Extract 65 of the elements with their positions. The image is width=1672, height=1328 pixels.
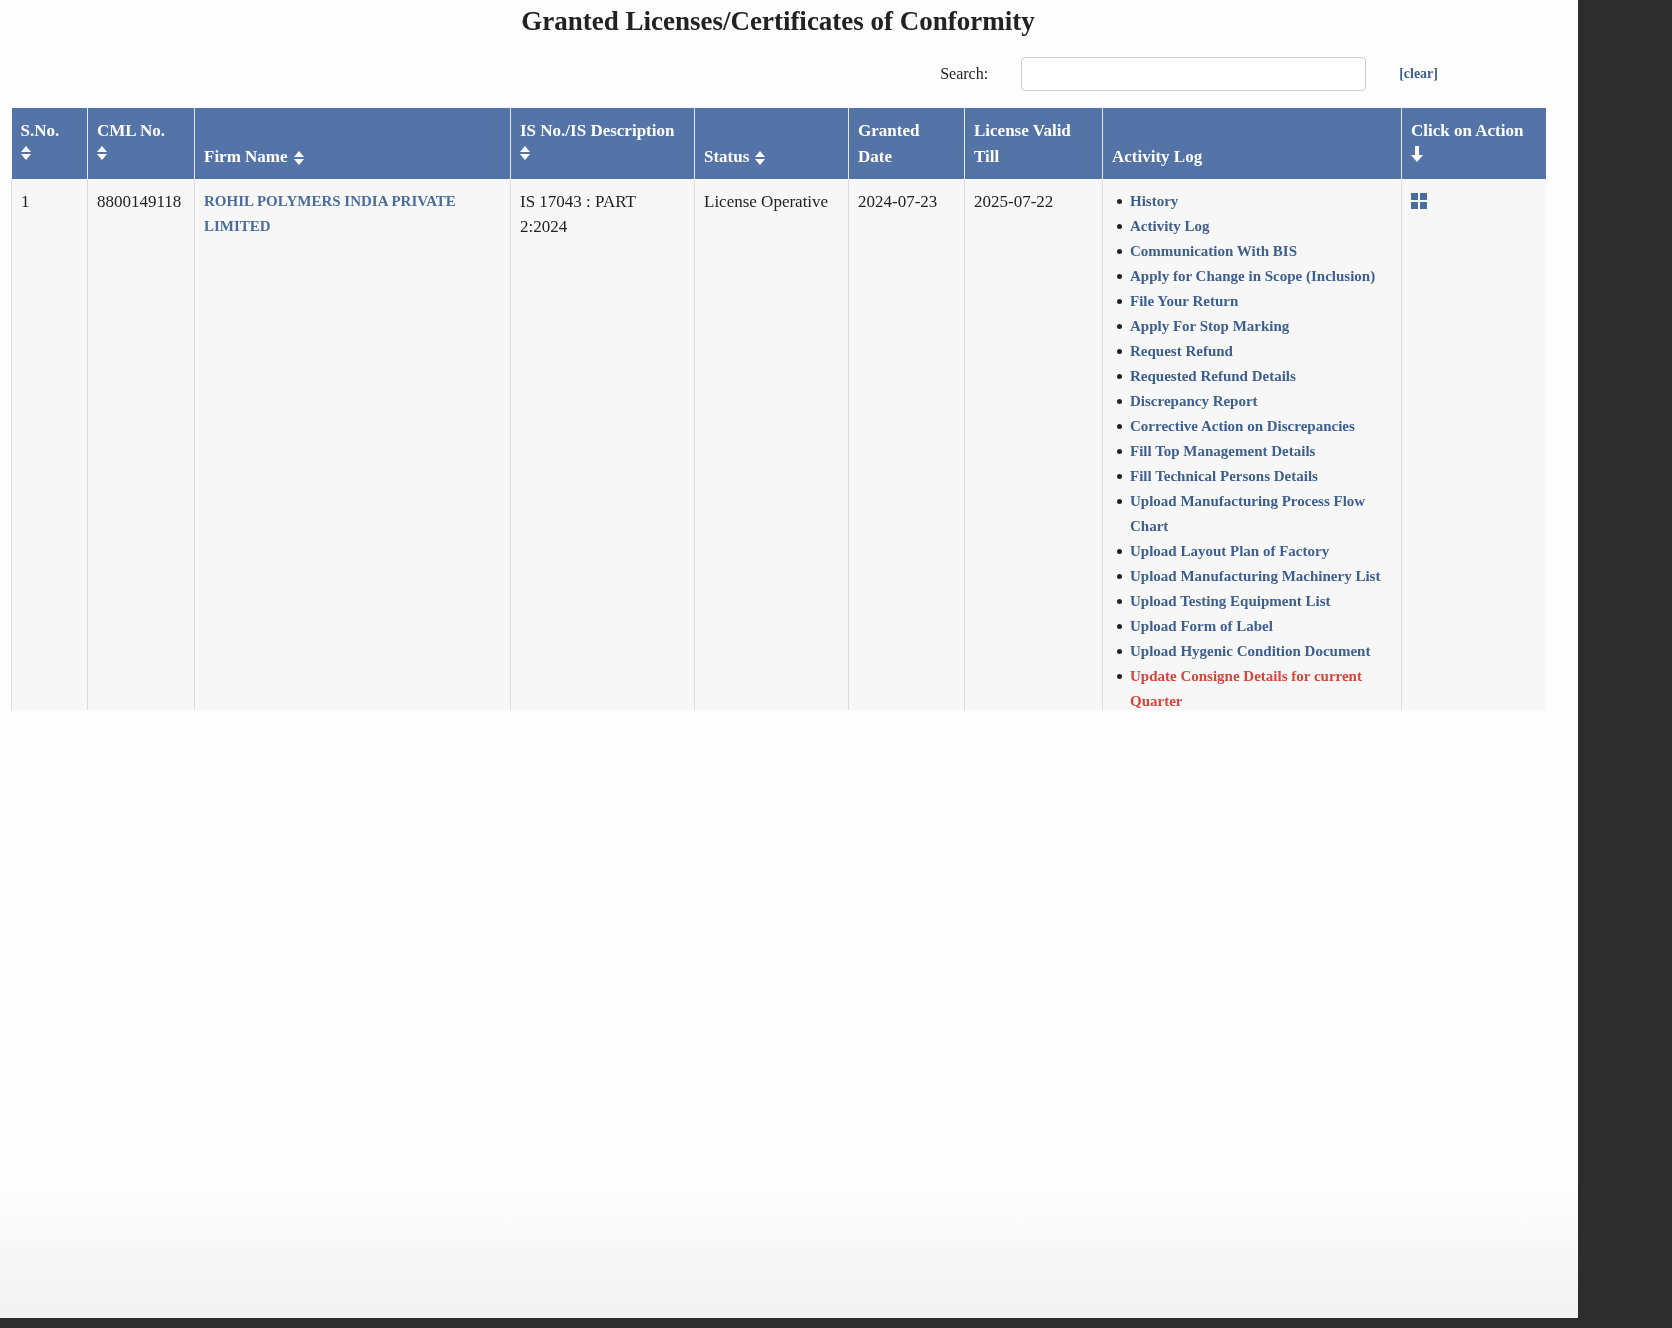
- bullet-icon: [1117, 674, 1122, 679]
- activity-link[interactable]: Upload Testing Equipment List: [1130, 589, 1331, 614]
- activity-link[interactable]: Upload Manufacturing Machinery List: [1130, 564, 1381, 589]
- bullet-icon: [1117, 449, 1122, 454]
- search-field[interactable]: [1021, 57, 1367, 91]
- search-label: Search:: [940, 65, 989, 83]
- activity-link[interactable]: Fill Top Management Details: [1130, 439, 1316, 464]
- page-title: Granted Licenses/Certificates of Conformity: [520, 6, 1036, 37]
- sort-icon[interactable]: [293, 151, 304, 166]
- column-header[interactable]: License Valid Till: [964, 108, 1103, 179]
- column-header[interactable]: Activity Log: [1102, 108, 1402, 179]
- sort-icon[interactable]: [755, 151, 766, 166]
- firm-name-link[interactable]: ROHIL POLYMERS INDIA PRIVATE LIMITED: [204, 189, 501, 239]
- bullet-icon: [1117, 374, 1122, 379]
- activity-link[interactable]: Apply For Stop Marking: [1130, 314, 1290, 339]
- activity-link[interactable]: Upload Form of Label: [1130, 614, 1273, 639]
- table-cell: 2025-07-22: [964, 179, 1103, 710]
- down-arrow-icon[interactable]: [1411, 146, 1423, 162]
- bullet-icon: [1117, 349, 1122, 354]
- bullet-icon: [1117, 249, 1122, 254]
- activity-link[interactable]: Discrepancy Report: [1130, 389, 1258, 414]
- bullet-icon: [1117, 399, 1122, 404]
- clear-link[interactable]: [clear]: [1399, 66, 1438, 82]
- bullet-icon: [1117, 574, 1122, 579]
- table-cell: License Operative: [694, 179, 849, 710]
- activity-link[interactable]: Corrective Action on Discrepancies: [1130, 414, 1355, 439]
- activity-link[interactable]: Update Consigne Details for current Quarter: [1130, 664, 1392, 710]
- activity-link[interactable]: Activity Log: [1130, 214, 1210, 239]
- bullet-icon: [1117, 424, 1122, 429]
- activity-link[interactable]: File Your Return: [1130, 289, 1239, 314]
- sort-icon[interactable]: [97, 146, 107, 160]
- column-header[interactable]: S.No.: [11, 108, 88, 179]
- activity-link[interactable]: Communication With BIS: [1130, 239, 1297, 264]
- grid-icon[interactable]: [1411, 193, 1427, 209]
- column-header[interactable]: Status: [694, 108, 849, 179]
- column-header[interactable]: IS No./IS Description: [510, 108, 695, 179]
- activity-link[interactable]: History: [1130, 189, 1179, 214]
- sort-icon[interactable]: [20, 146, 31, 160]
- activity-link[interactable]: Request Refund: [1130, 339, 1233, 364]
- bullet-icon: [1117, 199, 1122, 204]
- bullet-icon: [1117, 549, 1122, 554]
- activity-link[interactable]: Requested Refund Details: [1130, 364, 1296, 389]
- bullet-icon: [1117, 274, 1122, 279]
- table-cell: 2024-07-23: [848, 179, 965, 710]
- bullet-icon: [1117, 599, 1122, 604]
- bullet-icon: [1117, 474, 1122, 479]
- bullet-icon: [1117, 299, 1122, 304]
- table-cell: 1: [11, 179, 88, 710]
- activity-link[interactable]: Fill Technical Persons Details: [1130, 464, 1318, 489]
- bullet-icon: [1117, 499, 1122, 504]
- activity-link[interactable]: Upload Hygenic Condition Document: [1130, 639, 1371, 664]
- sort-icon[interactable]: [520, 146, 530, 160]
- bullet-icon: [1117, 649, 1122, 654]
- activity-link[interactable]: Upload Layout Plan of Factory: [1130, 539, 1330, 564]
- bullet-icon: [1117, 624, 1122, 629]
- column-header[interactable]: Granted Date: [848, 108, 965, 179]
- column-header[interactable]: Click on Action: [1401, 108, 1546, 179]
- bullet-icon: [1117, 324, 1122, 329]
- column-header[interactable]: CML No.: [87, 108, 195, 179]
- column-header[interactable]: Firm Name: [194, 108, 511, 179]
- table-cell: IS 17043 : PART 2:2024: [510, 179, 695, 710]
- activity-link[interactable]: Apply for Change in Scope (Inclusion): [1130, 264, 1376, 289]
- bullet-icon: [1117, 224, 1122, 229]
- table-cell: 8800149118: [87, 179, 195, 710]
- activity-link[interactable]: Upload Manufacturing Process Flow Chart: [1130, 489, 1392, 539]
